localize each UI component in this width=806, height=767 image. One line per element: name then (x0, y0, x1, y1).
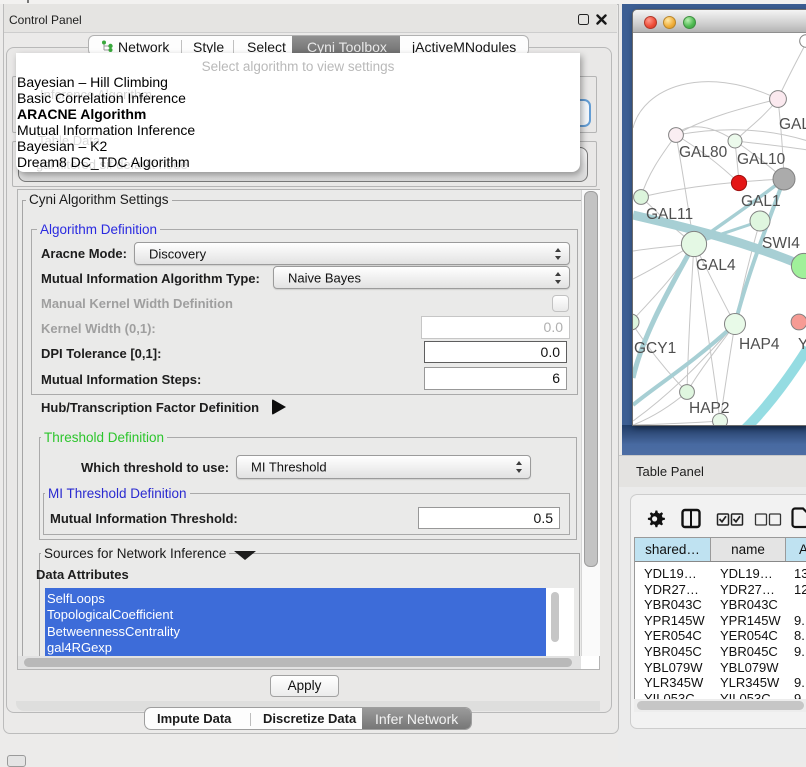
svg-text:SWI4: SWI4 (762, 235, 800, 252)
svg-text:GAL11: GAL11 (646, 206, 693, 223)
svg-text:HAP2: HAP2 (689, 400, 730, 417)
svg-text:YJ: YJ (798, 336, 806, 353)
svg-text:HAP4: HAP4 (739, 336, 780, 353)
svg-text:GAL80: GAL80 (679, 144, 728, 161)
svg-text:GAL10: GAL10 (737, 151, 786, 168)
svg-text:GCY1: GCY1 (634, 340, 676, 357)
svg-text:GAL4: GAL4 (696, 257, 736, 274)
svg-text:GAL7: GAL7 (779, 116, 806, 133)
svg-text:GAL1: GAL1 (741, 193, 781, 210)
